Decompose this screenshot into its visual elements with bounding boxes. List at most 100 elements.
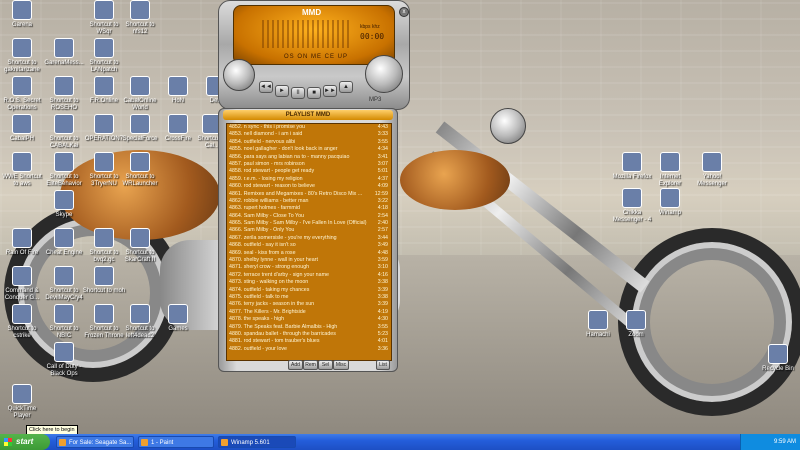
playlist-row[interactable]: 4854. outfield - nervous alibi 3:55 — [227, 139, 391, 146]
desktop-icon[interactable]: Shortcut to gaknitarizane — [0, 38, 44, 74]
playlist-row[interactable]: 4861. Remixes and Megamixes - 80's Retro… — [227, 191, 391, 198]
playlist-row[interactable]: 4866. Sam Milby - Only You 2:57 — [227, 227, 391, 234]
playlist-row[interactable]: 4858. rod stewart - people get ready 5:01 — [227, 168, 391, 175]
task-winamp[interactable]: Winamp 5.601 — [218, 436, 296, 448]
playlist-row[interactable]: 4855. noel gallagher - don't look back i… — [227, 146, 391, 153]
playlist-row[interactable]: 4860. rod stewart - reason to believe 4:0… — [227, 183, 391, 190]
playlist-window[interactable]: PLAYLIST MMD 4852. n sync - this i promi… — [218, 108, 398, 372]
desktop-icon[interactable]: Shortcut to WRLauncher — [118, 152, 162, 188]
clock[interactable]: 9:59 AM — [774, 439, 796, 445]
desktop-icon[interactable]: Cheat Engine — [42, 228, 86, 257]
desktop-icon[interactable]: QuickTime Player — [0, 384, 44, 420]
playlist-row[interactable]: 4852. n sync - this i promise you 4:43 — [227, 124, 391, 131]
desktop-icon[interactable]: Shortcut to DevilMayCry4 — [42, 266, 86, 302]
playlist-row[interactable]: 4879. The Speaks feat. Barbie Almalbis -… — [227, 324, 391, 331]
desktop-icon[interactable]: Skype — [42, 190, 86, 219]
volume-knob[interactable] — [223, 59, 255, 91]
play-button[interactable]: ► — [275, 85, 289, 97]
eject-button[interactable]: ▲ — [339, 81, 353, 93]
desktop-icon[interactable]: Recycle Bin — [756, 344, 800, 373]
playlist-row[interactable]: 4864. Sam Milby - Close To You 2:54 — [227, 213, 391, 220]
desktop-icon[interactable]: Shortcut to nfs12 — [118, 0, 162, 36]
desktop-icon-label: Shortcut to CABALKai — [49, 136, 79, 149]
playlist-row[interactable]: 4863. rupert holmes - farmmid 4:18 — [227, 205, 391, 212]
track-duration: 3:33 — [377, 131, 388, 138]
playlist-row[interactable]: 4856. para says ang labian na to - manny… — [227, 154, 391, 161]
playlist-row[interactable]: 4871. sheryl crow - strong enough 3:10 — [227, 264, 391, 271]
playlist-row[interactable]: 4870. shelby lynne - wall in your heart 3… — [227, 257, 391, 264]
desktop-icon[interactable]: Shortcut to CABALKai — [42, 114, 86, 150]
playlist-row[interactable]: 4881. rod stewart - tom trauber's blues 4… — [227, 338, 391, 345]
task-browser[interactable]: For Sale: Seagate Sa... — [56, 436, 134, 448]
control-pad[interactable] — [365, 55, 403, 93]
playlist-rem-button[interactable]: Rem — [303, 360, 318, 370]
playlist-row[interactable]: 4865. Sam Milby - Sam Milby - I've Falle… — [227, 220, 391, 227]
desktop-icon[interactable]: Games — [156, 304, 200, 333]
playlist-list[interactable]: 4852. n sync - this i promise you 4:43 485… — [226, 123, 392, 361]
app-icon — [622, 152, 642, 172]
playlist-row[interactable]: 4875. outfield - talk to me 3:38 — [227, 294, 391, 301]
track-title: 4856. para says ang labian na to - manny… — [229, 153, 350, 160]
playlist-add-button[interactable]: Add — [288, 360, 303, 370]
start-button[interactable]: start — [0, 434, 50, 450]
pause-button[interactable]: II — [291, 87, 305, 99]
winamp-format: MP3 — [369, 97, 382, 103]
close-icon[interactable]: x — [399, 7, 409, 17]
playlist-row[interactable]: 4868. outfield - say it isn't so 3:49 — [227, 242, 391, 249]
desktop-icon[interactable]: Shortcut to EliteBehavior — [42, 152, 86, 188]
desktop-icon-label: Garena — [11, 22, 32, 28]
desktop-icon[interactable]: WWE Shortcut to aws — [0, 152, 44, 188]
desktop-icon[interactable]: Internet Explorer — [648, 152, 692, 188]
playlist-row[interactable]: 4857. paul simon - mrs robinson 3:07 — [227, 161, 391, 168]
app-icon — [94, 304, 114, 324]
desktop-icon-label: Shortcut to ROSEHO — [49, 98, 79, 111]
desktop-icon[interactable]: Shortcut to SkarCraft II — [118, 228, 162, 264]
playlist-row[interactable]: 4877. The Killers - Mr. Brightside 4:19 — [227, 309, 391, 316]
desktop-icon-label: Command & Conquer G... — [4, 288, 40, 301]
desktop-icon-label: Cheat Engine — [45, 250, 83, 256]
track-duration: 3:22 — [377, 197, 388, 204]
desktop-icon[interactable]: Call of Duty - Black Ops — [42, 342, 86, 378]
app-icon — [130, 114, 150, 134]
track-title: 4873. sting - walking on the moon — [229, 279, 309, 286]
desktop-icon[interactable]: CabalPH — [0, 114, 44, 143]
desktop-icon[interactable]: Shortcut to moh — [82, 266, 126, 295]
desktop-icon[interactable]: Rain Of Fire — [0, 228, 44, 257]
desktop-icon[interactable]: Garena — [0, 0, 44, 29]
playlist-row[interactable]: 4873. sting - walking on the moon 3:38 — [227, 279, 391, 286]
desktop-icon[interactable]: Zoom — [614, 310, 658, 339]
prev-button[interactable]: ◄◄ — [259, 81, 273, 93]
winamp-ticker: OS ON ME CE UP — [284, 54, 349, 60]
playlist-row[interactable]: 4853. nell diamond - i am i said 3:33 — [227, 131, 391, 138]
track-title: 4860. rod stewart - reason to believe — [229, 183, 315, 190]
desktop-icon[interactable]: Shortcut to ROSEHO — [42, 76, 86, 112]
playlist-list-button[interactable]: List — [376, 360, 390, 370]
playlist-row[interactable]: 4859. r.e.m. - losing my religion 4:37 — [227, 176, 391, 183]
track-duration: 3:49 — [377, 242, 388, 249]
playlist-row[interactable]: 4878. the speaks - high 4:30 — [227, 316, 391, 323]
playlist-row[interactable]: 4876. terry jacks - season in the sun 3:3… — [227, 301, 391, 308]
playlist-row[interactable]: 4867. zerila somersisle - you're my ever… — [227, 235, 391, 242]
winamp-window[interactable]: MMD kbps khz 00:00 OS ON ME CE UP ◄◄ ► I… — [218, 0, 410, 110]
next-button[interactable]: ►► — [323, 85, 337, 97]
playlist-row[interactable]: 4869. seal - kiss from a rose 4:48 — [227, 250, 391, 257]
task-paint[interactable]: 1 - Paint — [138, 436, 214, 448]
desktop-icon[interactable]: GarenaMess... — [42, 38, 86, 67]
track-title: 4863. rupert holmes - farmmid — [229, 205, 300, 212]
desktop-icon[interactable]: Shortcut to LANpatch — [82, 38, 126, 74]
desktop-icon[interactable]: Shortcut to cstrike — [0, 304, 44, 340]
desktop-icon[interactable]: Shortcut to NBIC — [42, 304, 86, 340]
playlist-title: PLAYLIST MMD — [223, 110, 393, 120]
desktop-icon[interactable]: R.O.S. Secret Operations — [0, 76, 44, 112]
stop-button[interactable]: ■ — [307, 87, 321, 99]
playlist-row[interactable]: 4872. terrace trent d'arby - sign your n… — [227, 272, 391, 279]
playlist-row[interactable]: 4862. robbie williams - better man 3:22 — [227, 198, 391, 205]
playlist-row[interactable]: 4880. spandau ballet - through the barri… — [227, 331, 391, 338]
playlist-sel-button[interactable]: Sel — [318, 360, 333, 370]
playlist-row[interactable]: 4882. outfield - your love 3:36 — [227, 346, 391, 353]
desktop-icon[interactable]: Command & Conquer G... — [0, 266, 44, 302]
playlist-row[interactable]: 4874. outfield - taking my chances 3:39 — [227, 287, 391, 294]
desktop-icon[interactable]: Winamp — [648, 188, 692, 217]
desktop-icon[interactable]: Yahoo! Messenger — [690, 152, 734, 188]
playlist-misc-button[interactable]: Misc — [333, 360, 349, 370]
